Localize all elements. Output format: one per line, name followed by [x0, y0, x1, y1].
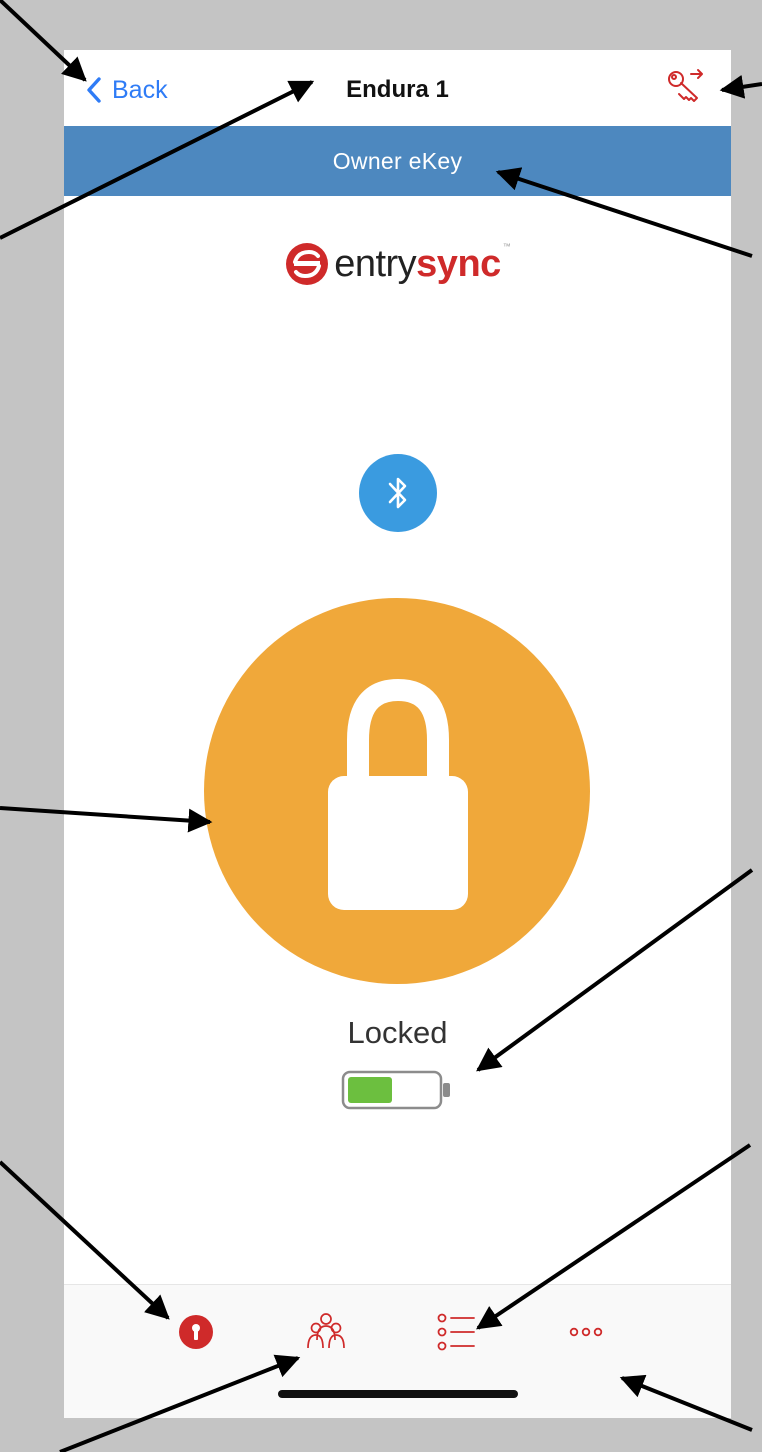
page-title: Endura 1 [346, 76, 449, 103]
home-indicator[interactable] [278, 1390, 518, 1398]
brand-name-part1: entry [334, 242, 417, 285]
users-icon [307, 1313, 345, 1349]
tab-more[interactable] [556, 1307, 616, 1357]
more-icon [569, 1327, 603, 1337]
list-icon [437, 1313, 475, 1351]
brand-logo: entrysync ™ [64, 236, 731, 292]
ekey-banner: Owner eKey [64, 126, 731, 196]
brand-name: entrysync [334, 243, 501, 286]
lock-status-text: Locked [347, 1015, 448, 1050]
tab-lock[interactable] [166, 1307, 226, 1357]
trademark-mark: ™ [502, 242, 511, 251]
battery-indicator [341, 1070, 450, 1110]
padlock-icon [328, 678, 468, 910]
share-key-icon [668, 69, 703, 102]
battery-fill [348, 1077, 392, 1103]
tab-users[interactable] [296, 1307, 356, 1357]
share-key-button[interactable] [665, 68, 709, 108]
phone-screen: Back Endura 1 Owner eKey entrysync ™ Loc… [64, 50, 731, 1418]
bluetooth-icon [388, 477, 407, 509]
nav-bar: Back Endura 1 [64, 50, 731, 126]
tab-history[interactable] [426, 1307, 486, 1357]
brand-name-part2: sync [416, 242, 501, 285]
entrysync-logo-icon [286, 243, 329, 285]
lock-toggle-button[interactable] [204, 598, 590, 984]
bluetooth-indicator [359, 454, 437, 532]
keyhole-icon [179, 1315, 213, 1349]
